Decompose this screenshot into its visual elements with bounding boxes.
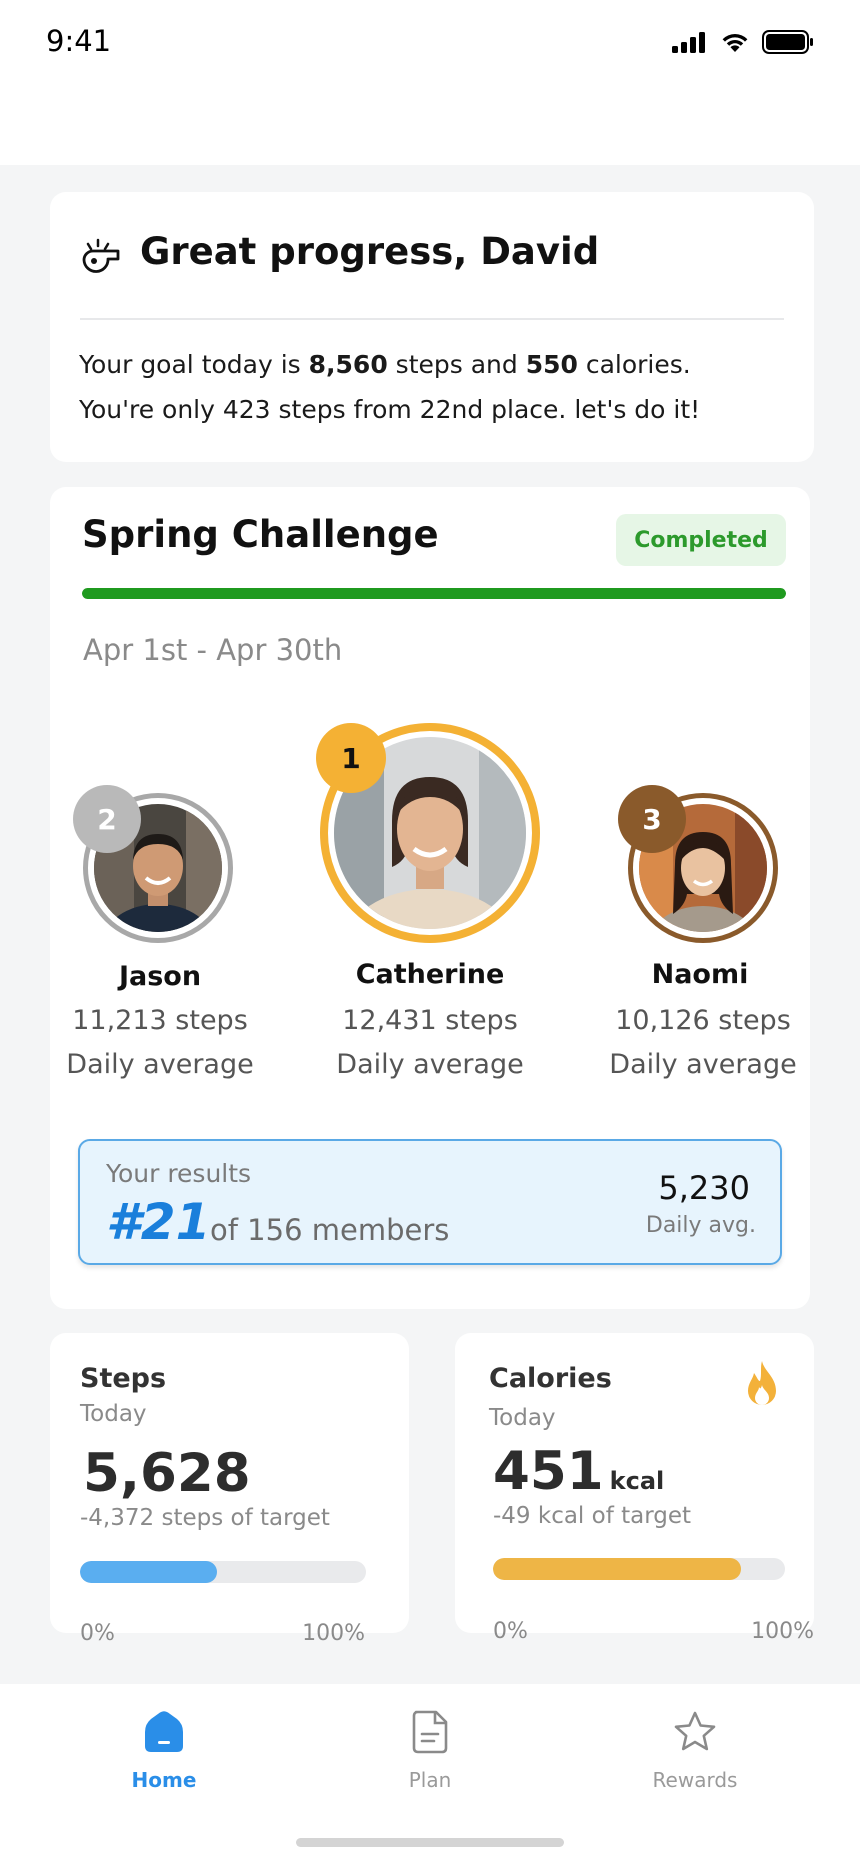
steps-subtitle: Today — [80, 1401, 147, 1427]
calories-card[interactable]: Calories Today 451 kcal -49 kcal of targe… — [455, 1333, 814, 1644]
status-badge: Completed — [616, 514, 786, 566]
star-icon — [674, 1711, 716, 1751]
steps-value: 5,628 — [83, 1443, 251, 1504]
tab-bar: Home Plan Rewards — [0, 1684, 860, 1864]
rank-badge-bronze: 3 — [618, 785, 686, 853]
steps-max-label: 100% — [302, 1621, 365, 1646]
calories-value: 451 — [493, 1441, 604, 1502]
calories-title: Calories — [489, 1363, 612, 1394]
home-icon — [145, 1711, 183, 1752]
leader-name: Jason — [118, 961, 202, 992]
tab-rewards[interactable]: Rewards — [605, 1710, 785, 1792]
daily-average-label: Daily avg. — [645, 1213, 756, 1238]
your-rank: #21 — [106, 1193, 211, 1251]
steps-title: Steps — [80, 1363, 167, 1394]
signal-icon — [672, 32, 705, 53]
challenge-progress-bar — [82, 588, 786, 599]
tab-plan-label: Plan — [408, 1768, 452, 1792]
tab-home-label: Home — [131, 1768, 197, 1792]
wifi-icon — [722, 34, 748, 52]
calories-value-row: 451 kcal — [493, 1441, 664, 1502]
tab-rewards-label: Rewards — [652, 1768, 738, 1792]
leader-name: Catherine — [355, 959, 505, 990]
greeting-title: Great progress, David — [140, 230, 600, 273]
calories-min-label: 0% — [493, 1619, 528, 1644]
leader-subtitle: Daily average — [336, 1049, 524, 1080]
document-icon — [412, 1710, 448, 1754]
status-time: 9:41 — [46, 24, 112, 58]
steps-progress-fill — [80, 1561, 218, 1583]
goal-steps: 8,560 — [308, 350, 388, 379]
greeting-card: Great progress, David Your goal today is… — [50, 192, 814, 462]
goal-calories: 550 — [525, 350, 578, 379]
leader-steps: 10,126 steps — [615, 1005, 791, 1036]
calories-target-note: -49 kcal of target — [493, 1503, 692, 1529]
daily-average-value: 5,230 — [658, 1169, 750, 1207]
leader-subtitle: Daily average — [66, 1049, 254, 1080]
status-icons — [672, 30, 814, 54]
challenge-dates: Apr 1st - Apr 30th — [83, 633, 343, 667]
motivation-line: You're only 423 steps from 22nd place. l… — [79, 395, 701, 424]
rank-badge-gold: 1 — [316, 723, 386, 793]
leader-name: Naomi — [651, 959, 749, 990]
steps-progress-bar — [80, 1561, 366, 1583]
leader-steps: 12,431 steps — [342, 1005, 518, 1036]
greeting-message: Your goal today is 8,560 steps and 550 c… — [79, 342, 700, 432]
goal-line: Your goal today is 8,560 steps and 550 c… — [79, 350, 691, 379]
calories-subtitle: Today — [489, 1405, 556, 1431]
rank-badge-silver: 2 — [73, 785, 141, 853]
challenge-progress-fill — [82, 588, 786, 599]
leader-steps: 11,213 steps — [72, 1005, 248, 1036]
challenge-title: Spring Challenge — [82, 513, 439, 556]
results-label: Your results — [106, 1159, 252, 1188]
members-count: of 156 members — [210, 1213, 450, 1247]
steps-target-note: -4,372 steps of target — [80, 1505, 330, 1531]
tab-plan[interactable]: Plan — [340, 1710, 520, 1792]
tab-home[interactable]: Home — [74, 1710, 254, 1792]
calories-unit: kcal — [609, 1467, 665, 1495]
your-results-panel[interactable]: Your results #21 of 156 members 5,230 Da… — [78, 1139, 782, 1265]
steps-card[interactable]: Steps Today 5,628 -4,372 steps of target… — [50, 1333, 409, 1646]
calories-max-label: 100% — [751, 1619, 814, 1644]
calories-progress-bar — [493, 1558, 785, 1580]
flame-icon — [748, 1361, 776, 1405]
steps-min-label: 0% — [80, 1621, 115, 1646]
challenge-card[interactable]: Spring Challenge Completed Apr 1st - Apr… — [50, 487, 810, 1309]
whistle-icon — [82, 238, 120, 273]
divider — [80, 318, 784, 320]
battery-icon — [762, 30, 813, 54]
home-indicator — [296, 1838, 564, 1847]
leader-subtitle: Daily average — [609, 1049, 797, 1080]
status-bar: 9:41 — [0, 0, 860, 165]
calories-progress-fill — [493, 1558, 742, 1580]
